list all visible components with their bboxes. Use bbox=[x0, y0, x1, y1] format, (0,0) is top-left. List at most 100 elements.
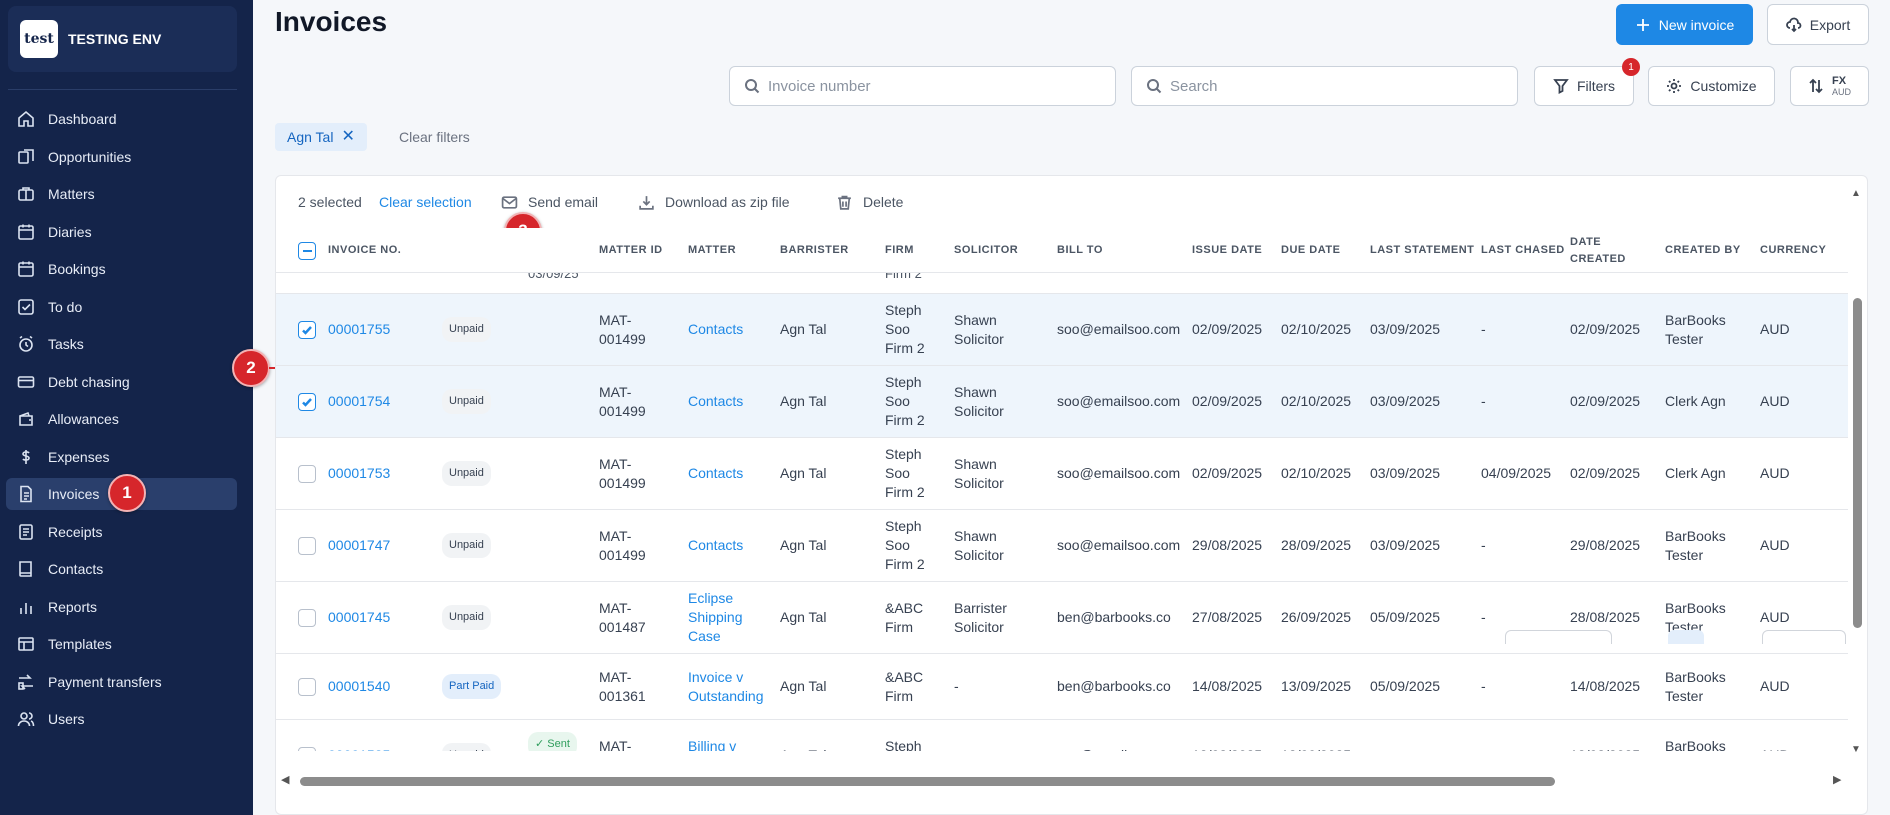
row-last-statement: 05/09/2025 bbox=[1370, 609, 1441, 625]
row-matter[interactable]: Contacts bbox=[688, 366, 770, 437]
column-header-last-chased[interactable]: LAST CHASED bbox=[1481, 228, 1566, 273]
active-filter-chip: Agn Tal ✕ bbox=[275, 123, 367, 151]
sidebar-item-tasks[interactable]: Tasks bbox=[6, 328, 237, 360]
pagination-current-page[interactable] bbox=[1668, 630, 1704, 644]
filters-button[interactable]: Filters 1 bbox=[1534, 58, 1640, 106]
scroll-left-icon[interactable]: ◀ bbox=[281, 773, 289, 786]
sidebar-item-users[interactable]: Users bbox=[6, 703, 237, 735]
table-row[interactable]: 00001754 Unpaid MAT-001499 Contacts Agn Tal S… bbox=[276, 366, 1848, 438]
column-header-currency[interactable]: CURRENCY bbox=[1760, 228, 1840, 273]
search-input[interactable] bbox=[1170, 77, 1470, 95]
table-row[interactable]: 00001745 Unpaid MAT-001487 Eclipse Shipping… bbox=[276, 582, 1848, 654]
invoice-number-link[interactable]: 00001535 bbox=[328, 720, 390, 751]
sidebar-item-templates[interactable]: Templates bbox=[6, 628, 237, 660]
horizontal-scrollbar[interactable]: ◀ ▶ bbox=[276, 771, 1848, 791]
download-zip-button[interactable]: Download as zip file bbox=[638, 194, 790, 211]
row-last-statement: 05/09/2025 bbox=[1370, 678, 1441, 694]
search-field[interactable] bbox=[1131, 66, 1518, 106]
column-header-firm[interactable]: FIRM bbox=[885, 228, 947, 273]
row-matter[interactable]: Billing v General bbox=[688, 720, 770, 752]
horizontal-scroll-thumb[interactable] bbox=[300, 777, 1555, 786]
new-invoice-button[interactable]: New invoice bbox=[1616, 4, 1753, 45]
sidebar-item-bookings[interactable]: Bookings bbox=[6, 253, 237, 285]
column-header-solicitor[interactable]: SOLICITOR bbox=[954, 228, 1054, 273]
sidebar-item-expenses[interactable]: Expenses bbox=[6, 441, 237, 473]
sidebar-item-label: Diaries bbox=[48, 223, 92, 240]
clear-filters-link[interactable]: Clear filters bbox=[399, 129, 470, 145]
row-due-date: 02/10/2025 bbox=[1281, 465, 1352, 481]
row-solicitor: Shawn Solicitor bbox=[954, 527, 1004, 563]
row-solicitor: Shawn Solicitor bbox=[954, 311, 1004, 347]
table-row[interactable]: 00001540 Part Paid MAT-001361 Invoice v Out… bbox=[276, 654, 1848, 720]
sidebar-item-diaries[interactable]: Diaries bbox=[6, 216, 237, 248]
column-header-last-statement[interactable]: LAST STATEMENT bbox=[1370, 228, 1475, 273]
row-checkbox[interactable] bbox=[298, 464, 316, 483]
column-header-barrister[interactable]: BARRISTER bbox=[780, 228, 880, 273]
row-matter[interactable]: Contacts bbox=[688, 510, 770, 581]
column-header-due-date[interactable]: DUE DATE bbox=[1281, 228, 1366, 273]
sidebar-item-dashboard[interactable]: Dashboard bbox=[6, 103, 237, 135]
export-button[interactable]: Export bbox=[1767, 4, 1869, 45]
send-email-button[interactable]: Send email bbox=[501, 194, 598, 211]
row-checkbox[interactable] bbox=[298, 536, 316, 555]
vertical-scrollbar[interactable]: ▲ ▼ bbox=[1847, 188, 1867, 755]
pagination-next-button[interactable] bbox=[1762, 630, 1846, 644]
sidebar-item-receipts[interactable]: Receipts bbox=[6, 516, 237, 548]
table-row[interactable]: 00001747 Unpaid MAT-001499 Contacts Agn Tal S… bbox=[276, 510, 1848, 582]
select-all-checkbox[interactable] bbox=[298, 241, 316, 260]
row-matter[interactable]: Contacts bbox=[688, 438, 770, 509]
sidebar-item-debt-chasing[interactable]: Debt chasing bbox=[6, 366, 237, 398]
column-header-issue-date[interactable]: ISSUE DATE bbox=[1192, 228, 1277, 273]
row-checkbox[interactable] bbox=[298, 392, 316, 411]
table-row[interactable]: 00001753 Unpaid MAT-001499 Contacts Agn Tal S… bbox=[276, 438, 1848, 510]
invoice-number-link[interactable]: 00001754 bbox=[328, 366, 390, 437]
table-row[interactable]: 00001535 Unpaid ✓ Sent13/08/25 MAT-001352 Bi… bbox=[276, 720, 1848, 751]
row-matter[interactable]: Contacts bbox=[688, 294, 770, 365]
column-header-created-by[interactable]: CREATED BY bbox=[1665, 228, 1755, 273]
remove-filter-icon[interactable]: ✕ bbox=[341, 129, 354, 145]
invoice-number-link[interactable]: 00001747 bbox=[328, 510, 390, 581]
customize-button[interactable]: Customize bbox=[1648, 66, 1775, 106]
row-solicitor: Shawn Solicitor bbox=[954, 455, 1004, 491]
vertical-scroll-thumb[interactable] bbox=[1853, 298, 1862, 628]
delete-button[interactable]: Delete bbox=[836, 194, 903, 211]
column-header-bill-to[interactable]: BILL TO bbox=[1057, 228, 1187, 273]
cloud-download-icon bbox=[1785, 17, 1802, 32]
row-checkbox[interactable] bbox=[298, 677, 316, 696]
row-checkbox[interactable] bbox=[298, 608, 316, 627]
row-matter-id: MAT-001499 bbox=[599, 311, 646, 347]
invoice-number-field[interactable] bbox=[729, 66, 1116, 106]
sidebar-item-payment-transfers[interactable]: Payment transfers bbox=[6, 666, 237, 698]
org-switcher[interactable]: test TESTING ENV bbox=[8, 6, 237, 72]
invoice-number-link[interactable]: 00001755 bbox=[328, 294, 390, 365]
pagination-prev-button[interactable] bbox=[1505, 630, 1612, 644]
table-row[interactable]: 00001755 Unpaid MAT-001499 Contacts Agn Tal S… bbox=[276, 294, 1848, 366]
sidebar-item-reports[interactable]: Reports bbox=[6, 591, 237, 623]
row-checkbox[interactable] bbox=[298, 746, 316, 751]
sidebar-item-contacts[interactable]: Contacts bbox=[6, 553, 237, 585]
sidebar-item-matters[interactable]: Matters bbox=[6, 178, 237, 210]
check-icon bbox=[302, 325, 312, 335]
invoice-number-link[interactable]: 00001745 bbox=[328, 582, 390, 653]
row-checkbox[interactable] bbox=[298, 320, 316, 339]
row-matter[interactable]: Eclipse Shipping Case bbox=[688, 582, 770, 653]
column-header-matter[interactable]: MATTER bbox=[688, 228, 774, 273]
clear-selection-link[interactable]: Clear selection bbox=[379, 194, 472, 210]
row-matter[interactable]: Invoice v Outstanding bbox=[688, 654, 770, 719]
fx-currency-button[interactable]: FX AUD bbox=[1790, 66, 1869, 106]
row-bill-to: soo@emailsoo.com bbox=[1057, 537, 1181, 553]
scroll-down-icon[interactable]: ▼ bbox=[1851, 744, 1861, 755]
gear-icon bbox=[1667, 79, 1682, 93]
sidebar-item-to-do[interactable]: To do bbox=[6, 291, 237, 323]
column-header-date-created[interactable]: DATE CREATED bbox=[1570, 228, 1660, 273]
column-header-invoice-no[interactable]: INVOICE NO. bbox=[328, 228, 418, 273]
scroll-up-icon[interactable]: ▲ bbox=[1851, 188, 1861, 199]
sidebar-item-allowances[interactable]: Allowances bbox=[6, 403, 237, 435]
column-header-matter-id[interactable]: MATTER ID bbox=[599, 228, 679, 273]
sidebar-item-opportunities[interactable]: Opportunities bbox=[6, 141, 237, 173]
invoice-number-link[interactable]: 00001753 bbox=[328, 438, 390, 509]
invoice-number-link[interactable]: 00001540 bbox=[328, 654, 390, 719]
scroll-right-icon[interactable]: ▶ bbox=[1833, 773, 1841, 786]
invoice-number-input[interactable] bbox=[768, 77, 1068, 95]
delete-label: Delete bbox=[863, 194, 904, 210]
